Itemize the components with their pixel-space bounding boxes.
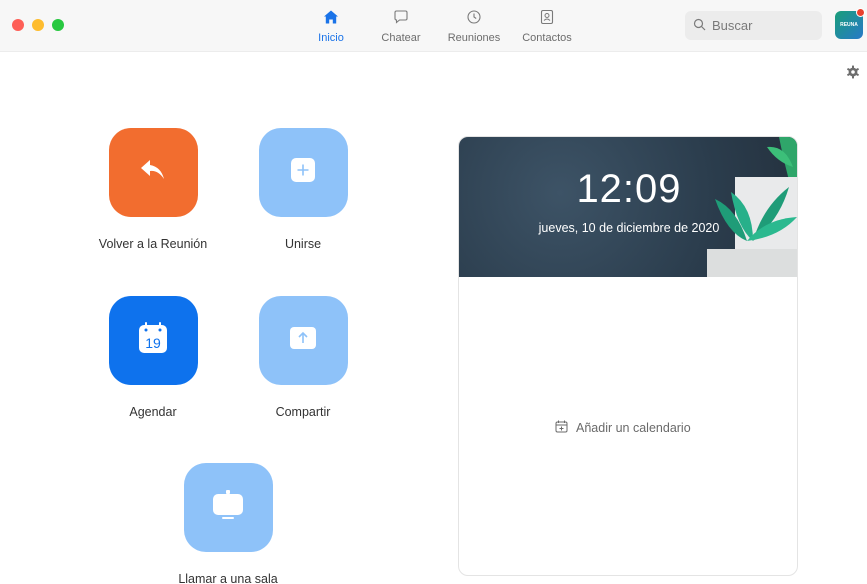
calendar-icon: 19 — [137, 321, 169, 360]
schedule-action: 19 Agendar — [88, 296, 218, 419]
tab-chatear[interactable]: Chatear — [357, 8, 445, 46]
gear-icon[interactable] — [846, 65, 860, 79]
call-room-action: Llamar a una sala — [163, 463, 293, 584]
home-icon — [323, 8, 339, 26]
calendar-day: 19 — [145, 335, 161, 351]
window-controls — [12, 19, 64, 31]
add-calendar-link[interactable]: Añadir un calendario — [555, 420, 691, 436]
clock-icon — [466, 8, 482, 26]
action-label: Unirse — [284, 237, 322, 251]
zoom-window-button[interactable] — [52, 19, 64, 31]
tab-label: Contactos — [522, 32, 572, 44]
calendar-add-icon — [555, 420, 568, 436]
close-window-button[interactable] — [12, 19, 24, 31]
notification-badge — [856, 8, 865, 17]
avatar[interactable]: REUNA — [835, 8, 865, 39]
share-up-arrow-icon — [289, 326, 317, 355]
action-label: Llamar a una sala — [178, 572, 278, 584]
action-label: Volver a la Reunión — [98, 237, 208, 251]
plus-icon — [290, 157, 316, 188]
return-to-meeting-action: Volver a la Reunión — [88, 128, 218, 251]
join-action: Unirse — [238, 128, 368, 251]
search-placeholder: Buscar — [712, 18, 753, 33]
current-date: jueves, 10 de diciembre de 2020 — [538, 221, 720, 235]
calendar-card: 12:09 jueves, 10 de diciembre de 2020 Añ… — [458, 136, 798, 576]
schedule-button[interactable]: 19 — [108, 296, 198, 385]
tab-label: Chatear — [381, 32, 421, 44]
minimize-window-button[interactable] — [32, 19, 44, 31]
chat-bubble-icon — [393, 8, 409, 26]
share-button[interactable] — [258, 296, 348, 385]
current-time: 12:09 — [576, 167, 682, 211]
action-label: Compartir — [275, 405, 331, 419]
main-nav-tabs: Inicio Chatear Reuniones Contactos — [305, 8, 591, 46]
tab-inicio[interactable]: Inicio — [305, 8, 357, 46]
join-button[interactable] — [258, 128, 348, 217]
share-action: Compartir — [238, 296, 368, 419]
action-label: Agendar — [129, 405, 177, 419]
return-to-meeting-button[interactable] — [108, 128, 198, 217]
top-bar: Inicio Chatear Reuniones Contactos Busca… — [0, 0, 867, 52]
tab-contactos[interactable]: Contactos — [503, 8, 591, 46]
clock-banner: 12:09 jueves, 10 de diciembre de 2020 — [459, 137, 797, 277]
tab-label: Inicio — [318, 32, 344, 44]
avatar-text: REUNA — [840, 22, 858, 28]
tab-reuniones[interactable]: Reuniones — [445, 8, 503, 46]
search-icon — [693, 18, 706, 34]
tab-label: Reuniones — [447, 32, 501, 44]
search-input[interactable]: Buscar — [685, 11, 822, 40]
call-room-button[interactable] — [183, 463, 273, 552]
monitor-icon — [211, 489, 245, 526]
return-arrow-icon — [139, 158, 167, 187]
contact-card-icon — [539, 8, 555, 26]
add-calendar-label: Añadir un calendario — [576, 421, 691, 435]
